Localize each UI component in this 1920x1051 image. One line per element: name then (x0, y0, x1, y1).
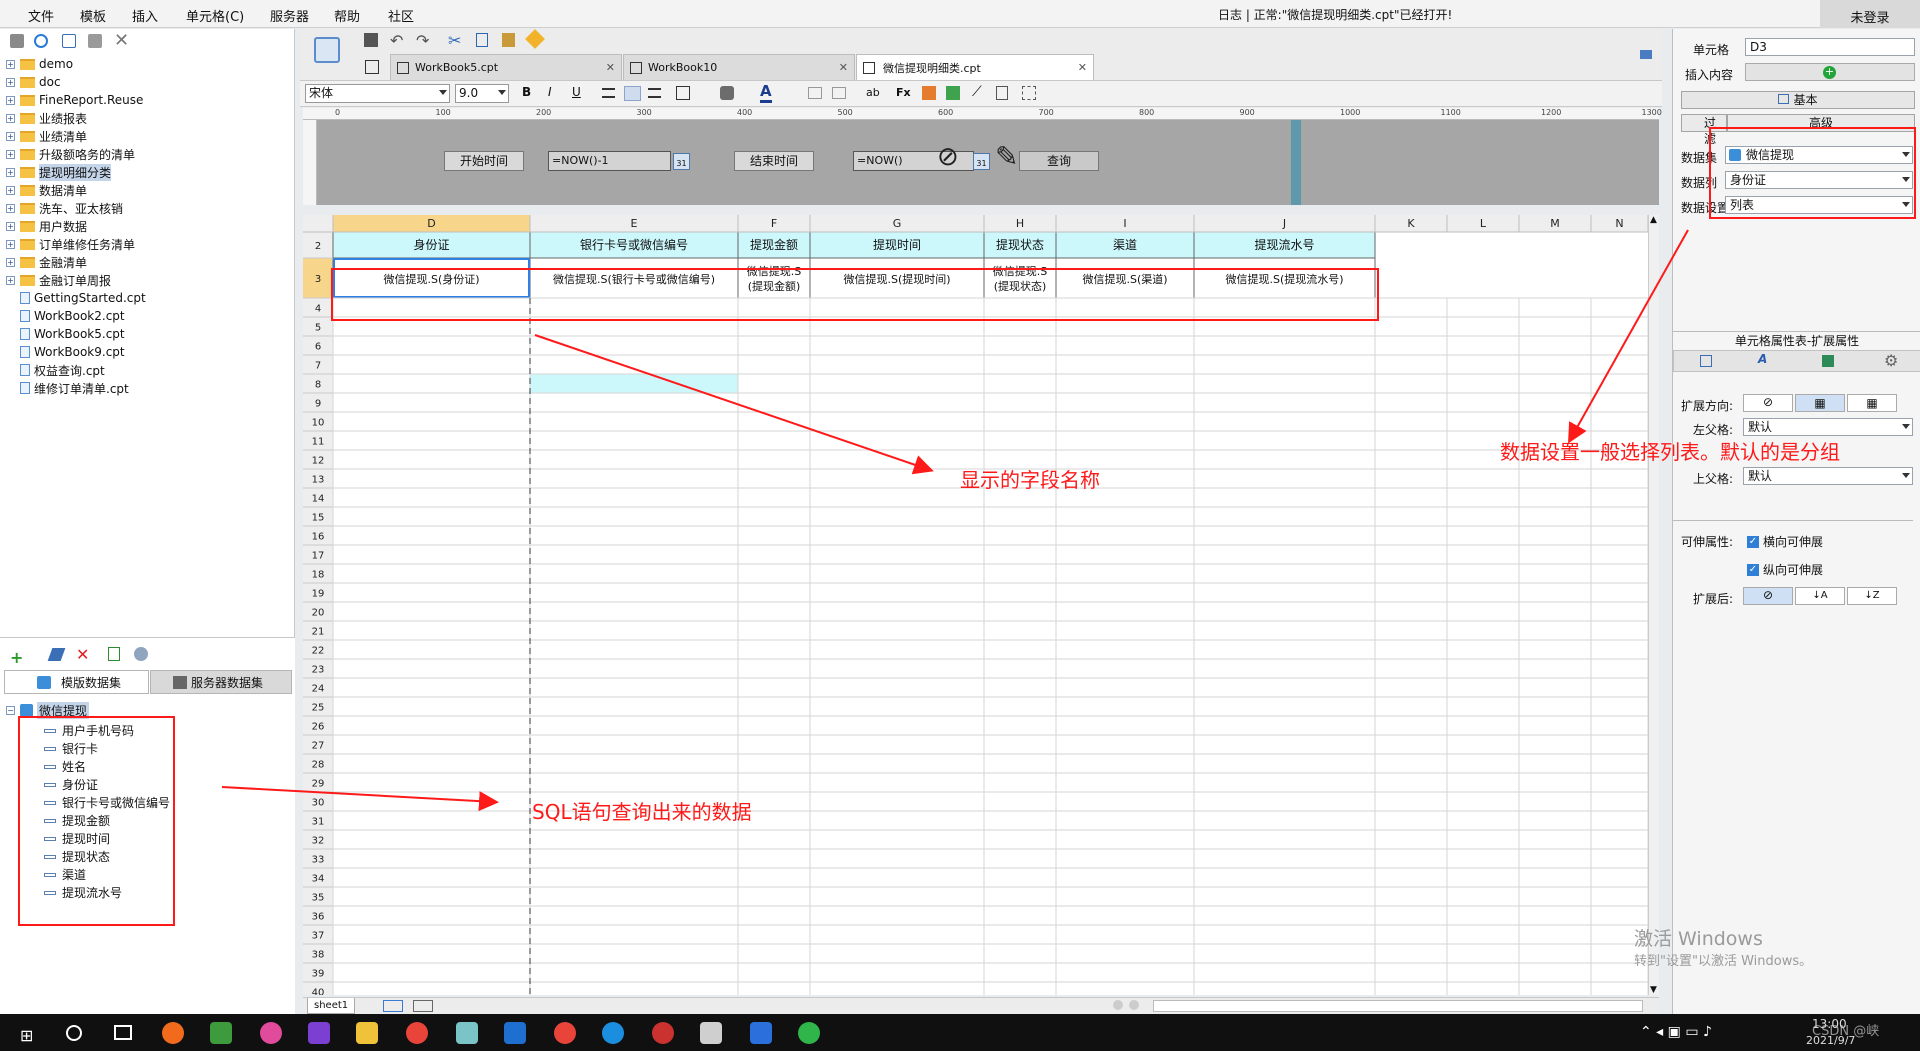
windows-start-icon[interactable]: ⊞ (20, 1026, 33, 1045)
app-icon[interactable] (210, 1022, 232, 1044)
finereport-icon[interactable] (504, 1022, 526, 1044)
wechat-icon[interactable] (798, 1022, 820, 1044)
arrow-to-sql-data (221, 786, 499, 812)
app-icon[interactable] (602, 1022, 624, 1044)
annotation-field-names: 显示的字段名称 (960, 468, 1100, 492)
app-icon[interactable] (456, 1022, 478, 1044)
tray-icons[interactable]: ⌃ ◂ ▣ ▭ ♪ (1640, 1024, 1712, 1040)
calculator-icon[interactable] (700, 1022, 722, 1044)
arrow-to-field-names (534, 334, 934, 475)
chrome-icon[interactable] (406, 1022, 428, 1044)
ide-icon[interactable] (308, 1022, 330, 1044)
app-icon[interactable] (652, 1022, 674, 1044)
app-icon[interactable] (162, 1022, 184, 1044)
taskbar: ⊞ ⌃ ◂ ▣ ▭ ♪ 13:00 2021/9/7 CSDN @峡 (0, 1014, 1920, 1051)
app-icon[interactable] (750, 1022, 772, 1044)
activation-watermark-text: 转到"设置"以激活 Windows。 (1634, 954, 1813, 969)
search-icon[interactable] (66, 1025, 82, 1041)
arrow-to-setting (1568, 229, 1689, 444)
annotation-data-setting: 数据设置一般选择列表。默认的是分组 (1500, 440, 1840, 464)
annotation-sql-data: SQL语句查询出来的数据 (532, 800, 752, 824)
task-view-icon[interactable] (114, 1025, 132, 1040)
chrome-icon[interactable] (554, 1022, 576, 1044)
annotation-arrows (221, 229, 1689, 812)
activation-watermark-title: 激活 Windows (1634, 928, 1763, 950)
app-icon[interactable] (260, 1022, 282, 1044)
csdn-watermark: CSDN @峡 (1812, 1024, 1880, 1039)
file-explorer-icon[interactable] (356, 1022, 378, 1044)
